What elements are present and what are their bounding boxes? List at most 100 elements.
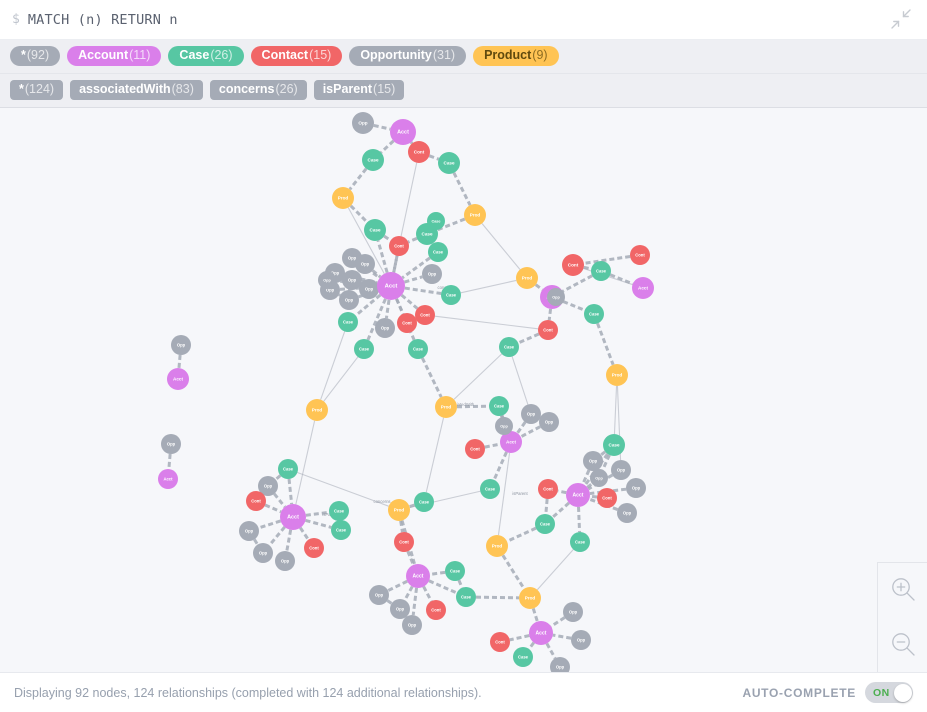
graph-edge[interactable]: [534, 283, 544, 291]
graph-edge[interactable]: [258, 519, 282, 530]
graph-node[interactable]: [422, 264, 442, 284]
graph-node[interactable]: [464, 204, 486, 226]
zoom-in-icon[interactable]: [886, 573, 920, 607]
graph-node[interactable]: [562, 254, 584, 276]
graph-node[interactable]: [354, 339, 374, 359]
graph-node[interactable]: [369, 585, 389, 605]
cypher-query-text[interactable]: MATCH (n) RETURN n: [28, 12, 178, 28]
graph-edge[interactable]: [422, 585, 433, 602]
graph-node[interactable]: [499, 337, 519, 357]
graph-node[interactable]: [306, 399, 328, 421]
node-legend-pill-product[interactable]: Product (9): [473, 46, 559, 66]
graph-edge[interactable]: [403, 585, 414, 601]
graph-edge[interactable]: [264, 503, 282, 514]
graph-edge[interactable]: [562, 300, 586, 312]
graph-edge[interactable]: [536, 549, 574, 591]
graph-node[interactable]: [359, 279, 379, 299]
graph-edge[interactable]: [545, 642, 557, 660]
graph-edge[interactable]: [613, 385, 618, 435]
graph-edge[interactable]: [400, 293, 419, 310]
graph-edge[interactable]: [516, 421, 527, 434]
node-legend-pill-all[interactable]: * (92): [10, 46, 61, 66]
graph-visualization-canvas[interactable]: concernsassociatedWithisParentconcernsis…: [0, 108, 927, 672]
graph-edge[interactable]: [409, 503, 415, 509]
graph-edge[interactable]: [589, 494, 598, 499]
graph-edge[interactable]: [400, 162, 418, 237]
graph-edge[interactable]: [492, 451, 508, 481]
graph-node[interactable]: [362, 149, 384, 171]
graph-node[interactable]: [426, 600, 446, 620]
graph-edge[interactable]: [506, 526, 537, 543]
graph-edge[interactable]: [600, 450, 607, 457]
graph-node[interactable]: [280, 504, 306, 530]
graph-node[interactable]: [513, 647, 533, 667]
graph-node[interactable]: [375, 318, 395, 338]
graph-edge[interactable]: [497, 452, 511, 536]
graph-edge[interactable]: [596, 322, 615, 366]
graph-node[interactable]: [331, 520, 351, 540]
graph-edge[interactable]: [452, 172, 472, 206]
graph-edge[interactable]: [509, 634, 530, 642]
graph-node[interactable]: [397, 313, 417, 333]
graph-edge[interactable]: [285, 529, 293, 552]
collapse-icon[interactable]: [889, 7, 913, 31]
graph-edge[interactable]: [501, 554, 526, 590]
graph-node[interactable]: [535, 514, 555, 534]
zoom-out-icon[interactable]: [886, 628, 920, 662]
graph-edge[interactable]: [434, 315, 539, 330]
graph-edge[interactable]: [547, 308, 553, 321]
graph-edge[interactable]: [349, 204, 369, 224]
graph-edge[interactable]: [456, 404, 490, 409]
graph-node[interactable]: [630, 245, 650, 265]
graph-node[interactable]: [617, 503, 637, 523]
graph-edge[interactable]: [420, 357, 443, 398]
graph-node[interactable]: [318, 271, 336, 289]
rel-legend-pill-all[interactable]: * (124): [10, 80, 64, 100]
graph-node[interactable]: [171, 335, 191, 355]
graph-edge[interactable]: [323, 356, 359, 402]
graph-node[interactable]: [342, 270, 362, 290]
graph-node[interactable]: [563, 602, 583, 622]
graph-edge[interactable]: [384, 299, 391, 319]
rel-legend-pill-concerns[interactable]: concerns (26): [209, 80, 307, 100]
graph-node[interactable]: [338, 312, 358, 332]
graph-node[interactable]: [495, 417, 513, 435]
graph-node[interactable]: [158, 469, 178, 489]
graph-node[interactable]: [390, 119, 416, 145]
graph-edge[interactable]: [561, 274, 593, 293]
graph-node[interactable]: [480, 479, 500, 499]
graph-node[interactable]: [571, 630, 591, 650]
node-legend-pill-contact[interactable]: Contact (15): [250, 46, 343, 66]
graph-node[interactable]: [441, 285, 461, 305]
graph-node[interactable]: [402, 615, 422, 635]
graph-node[interactable]: [584, 304, 604, 324]
graph-node[interactable]: [253, 543, 273, 563]
graph-edge[interactable]: [520, 425, 541, 439]
graph-edge[interactable]: [429, 570, 446, 576]
graph-node[interactable]: [516, 267, 538, 289]
graph-node[interactable]: [570, 532, 590, 552]
graph-edge[interactable]: [274, 474, 282, 481]
graph-edge[interactable]: [297, 471, 389, 507]
graph-node[interactable]: [521, 404, 541, 424]
graph-node[interactable]: [161, 434, 181, 454]
graph-node[interactable]: [332, 187, 354, 209]
graph-edge[interactable]: [376, 240, 389, 273]
graph-node[interactable]: [538, 320, 558, 340]
graph-edge[interactable]: [550, 616, 566, 628]
graph-node[interactable]: [611, 460, 631, 480]
graph-edge[interactable]: [253, 538, 259, 546]
graph-node[interactable]: [597, 488, 617, 508]
graph-edge[interactable]: [386, 599, 393, 605]
graph-edge[interactable]: [460, 279, 517, 294]
graph-node[interactable]: [388, 499, 410, 521]
graph-node[interactable]: [352, 112, 374, 134]
graph-node[interactable]: [438, 152, 460, 174]
graph-node[interactable]: [239, 521, 259, 541]
graph-edge[interactable]: [273, 492, 287, 508]
graph-node[interactable]: [408, 141, 430, 163]
graph-node[interactable]: [408, 339, 428, 359]
graph-edge[interactable]: [387, 579, 408, 592]
graph-edge[interactable]: [557, 489, 567, 495]
graph-node[interactable]: [415, 305, 435, 325]
